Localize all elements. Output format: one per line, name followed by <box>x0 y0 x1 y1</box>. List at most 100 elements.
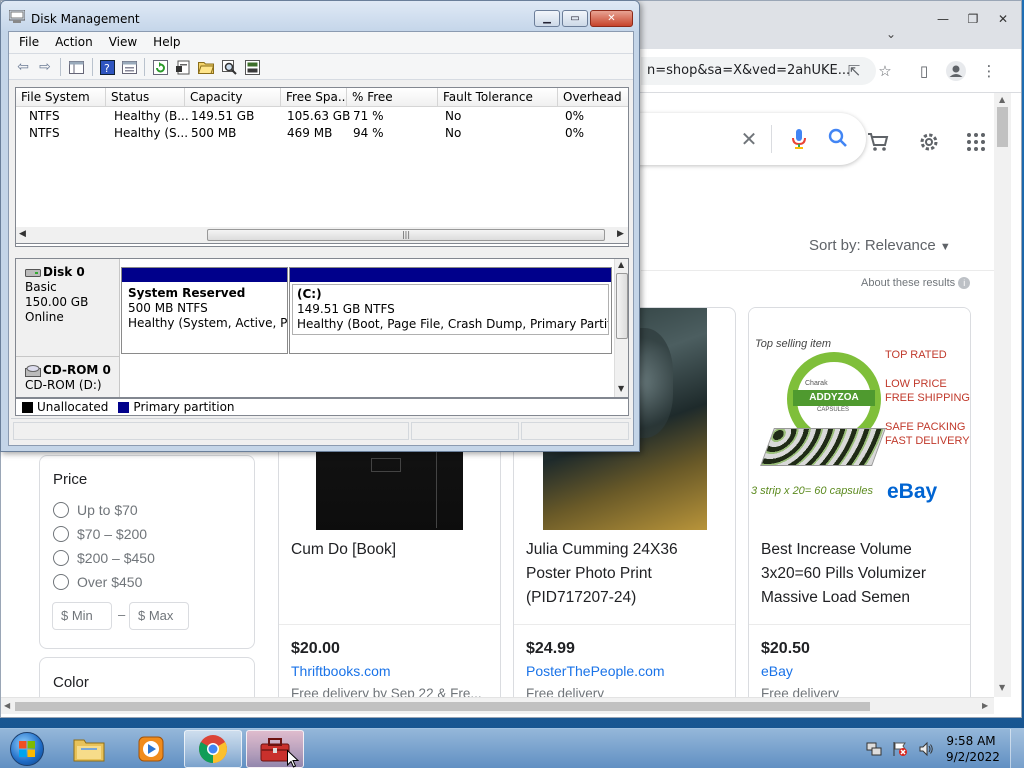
action-center-flag-icon[interactable] <box>892 741 908 761</box>
scroll-thumb[interactable]: ||| <box>207 229 605 241</box>
taskbar-explorer[interactable] <box>60 730 118 768</box>
bookmark-star-icon[interactable]: ☆ <box>875 61 895 81</box>
rescan-disks-icon[interactable] <box>175 59 191 75</box>
radio-icon[interactable] <box>53 550 69 566</box>
disk-management-window: Disk Management ▁ ▭ ✕ File Action View H… <box>0 0 640 452</box>
scroll-right-icon[interactable]: ▶ <box>982 701 988 710</box>
col-overhead[interactable]: Overhead <box>558 88 628 107</box>
taskbar-media-player[interactable] <box>122 730 180 768</box>
toolbar: ⇦ ⇨ ? <box>9 54 633 80</box>
dm-titlebar[interactable]: Disk Management ▁ ▭ ✕ <box>1 1 639 31</box>
price-option-1[interactable]: $70 – $200 <box>53 526 147 542</box>
close-icon[interactable]: ✕ <box>590 10 633 27</box>
cart-icon[interactable] <box>865 129 891 155</box>
taskbar-chrome[interactable] <box>184 730 242 768</box>
price-option-0[interactable]: Up to $70 <box>53 502 138 518</box>
menu-action[interactable]: Action <box>55 32 101 53</box>
price-option-3[interactable]: Over $450 <box>53 574 142 590</box>
scroll-left-icon[interactable]: ◀ <box>19 229 26 239</box>
price-option-2[interactable]: $200 – $450 <box>53 550 155 566</box>
search-icon[interactable] <box>825 125 851 151</box>
col-status[interactable]: Status <box>106 88 185 107</box>
disk-properties-icon[interactable] <box>244 59 260 75</box>
product-title[interactable]: Cum Do [Book] <box>291 538 491 562</box>
scroll-up-icon[interactable]: ▲ <box>999 95 1005 104</box>
show-hide-console-icon[interactable] <box>68 59 84 75</box>
col-file-system[interactable]: File System <box>16 88 106 107</box>
search-box[interactable]: ✕ <box>621 113 866 165</box>
page-horizontal-scrollbar[interactable]: ◀ ▶ <box>1 697 994 714</box>
price-min-input[interactable]: $ Min <box>52 602 112 630</box>
help-icon[interactable]: ? <box>99 59 115 75</box>
scroll-up-icon[interactable]: ▲ <box>618 260 624 269</box>
scroll-thumb[interactable] <box>15 702 870 711</box>
close-icon[interactable]: ✕ <box>991 10 1015 28</box>
product-card-2[interactable]: Top selling item Charak ADDYZOA CAPSULES… <box>748 307 971 697</box>
col-free-space[interactable]: Free Spa... <box>281 88 347 107</box>
unallocated-swatch <box>22 401 33 413</box>
scroll-right-icon[interactable]: ▶ <box>617 229 624 239</box>
profile-avatar-icon[interactable] <box>946 61 966 81</box>
scroll-thumb[interactable] <box>616 273 628 339</box>
open-folder-icon[interactable] <box>198 59 214 75</box>
col-percent-free[interactable]: % Free <box>347 88 438 107</box>
address-bar[interactable]: n=shop&sa=X&ved=2ahUKE... <box>641 57 876 85</box>
disk-0-label[interactable]: Disk 0 Basic 150.00 GB Online <box>16 259 120 357</box>
radio-icon[interactable] <box>53 574 69 590</box>
volume-list-hscrollbar[interactable]: ◀ ||| ▶ <box>15 227 629 244</box>
show-desktop-button[interactable] <box>1010 729 1024 768</box>
start-button[interactable] <box>4 730 50 768</box>
col-capacity[interactable]: Capacity <box>185 88 281 107</box>
tab-search-icon[interactable]: ⌄ <box>886 27 896 41</box>
properties-icon[interactable] <box>121 59 137 75</box>
minimize-icon[interactable]: ▁ <box>534 10 560 27</box>
product-title[interactable]: Best Increase Volume 3x20=60 Pills Volum… <box>761 538 961 610</box>
maximize-icon[interactable]: ▭ <box>562 10 588 27</box>
disk-view-vscrollbar[interactable]: ▲ ▼ <box>614 259 628 397</box>
minimize-icon[interactable]: — <box>931 10 955 28</box>
voice-search-icon[interactable] <box>787 127 811 151</box>
about-results-link[interactable]: About these results i <box>861 277 971 289</box>
radio-icon[interactable] <box>53 526 69 542</box>
sort-dropdown[interactable]: Sort by: Relevance ▼ <box>809 237 951 254</box>
network-icon[interactable] <box>866 741 882 761</box>
price-filter-title: Price <box>53 471 88 488</box>
folder-icon <box>73 739 105 762</box>
back-arrow-icon[interactable]: ⇦ <box>15 59 31 75</box>
explore-icon[interactable] <box>221 59 237 75</box>
volume-speaker-icon[interactable] <box>918 741 934 761</box>
menu-bar: File Action View Help <box>9 32 633 54</box>
partition-c-drive[interactable]: (C:) 149.51 GB NTFS Healthy (Boot, Page … <box>289 267 612 354</box>
product-seller[interactable]: PosterThePeople.com <box>526 663 665 679</box>
menu-file[interactable]: File <box>19 32 47 53</box>
caret-down-icon: ▼ <box>939 241 951 253</box>
clear-search-icon[interactable]: ✕ <box>737 127 761 151</box>
scroll-down-icon[interactable]: ▼ <box>618 384 624 393</box>
scroll-down-icon[interactable]: ▼ <box>999 683 1005 692</box>
col-fault-tolerance[interactable]: Fault Tolerance <box>438 88 558 107</box>
settings-gear-icon[interactable] <box>916 129 942 155</box>
menu-help[interactable]: Help <box>153 32 188 53</box>
product-image-pills[interactable]: Top selling item Charak ADDYZOA CAPSULES… <box>749 308 970 530</box>
radio-icon[interactable] <box>53 502 69 518</box>
menu-view[interactable]: View <box>109 32 145 53</box>
clock[interactable]: 9:58 AM 9/2/2022 <box>946 733 1000 765</box>
more-menu-icon[interactable]: ⋮ <box>979 61 999 81</box>
forward-arrow-icon[interactable]: ⇨ <box>37 59 53 75</box>
apps-grid-icon[interactable] <box>963 129 989 155</box>
volume-list: File System Status Capacity Free Spa... … <box>15 87 629 247</box>
scroll-thumb[interactable] <box>997 107 1008 147</box>
product-price: $20.50 <box>761 640 810 657</box>
side-panel-icon[interactable]: ▯ <box>914 61 934 81</box>
restore-icon[interactable]: ❐ <box>961 10 985 28</box>
partition-system-reserved[interactable]: System Reserved 500 MB NTFS Healthy (Sys… <box>121 267 288 354</box>
scroll-left-icon[interactable]: ◀ <box>4 701 10 710</box>
product-seller[interactable]: eBay <box>761 663 793 679</box>
product-title[interactable]: Julia Cumming 24X36 Poster Photo Print (… <box>526 538 726 610</box>
share-icon[interactable]: ⇱ <box>844 61 864 81</box>
product-seller[interactable]: Thriftbooks.com <box>291 663 391 679</box>
price-max-input[interactable]: $ Max <box>129 602 189 630</box>
cdrom-0-label[interactable]: CD-ROM 0 CD-ROM (D:) <box>16 357 120 397</box>
refresh-icon[interactable] <box>152 59 168 75</box>
page-vertical-scrollbar[interactable]: ▲ ▼ <box>994 93 1011 697</box>
